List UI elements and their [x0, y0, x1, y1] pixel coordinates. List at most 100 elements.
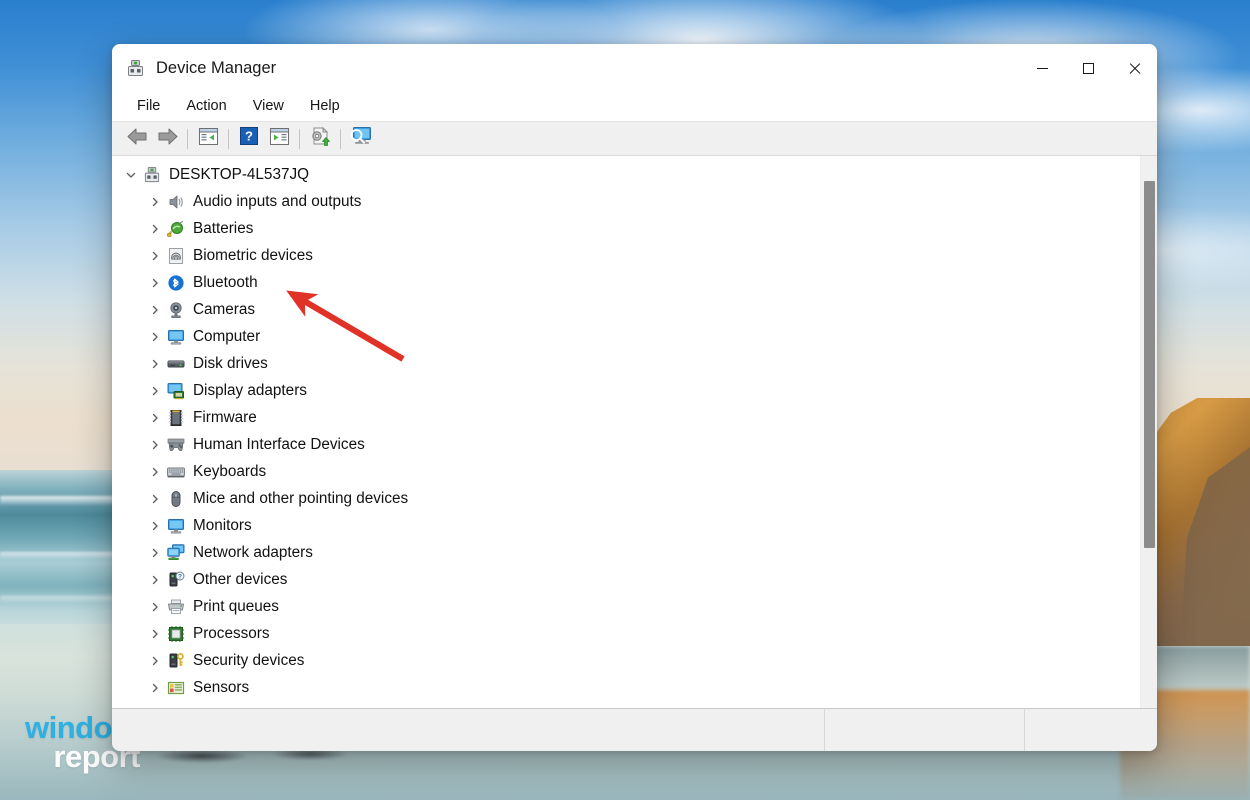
device-manager-icon — [125, 58, 145, 78]
tree-vertical-scrollbar[interactable] — [1140, 156, 1157, 708]
sensor-icon — [166, 678, 186, 698]
tree-node-label: Keyboards — [193, 462, 267, 480]
chevron-right-icon[interactable] — [144, 520, 166, 532]
status-pane-2 — [825, 709, 1025, 751]
chevron-right-icon[interactable] — [144, 574, 166, 586]
tree-node-root[interactable]: DESKTOP-4L537JQ — [112, 161, 1140, 188]
chevron-right-icon[interactable] — [144, 358, 166, 370]
gamepad-icon — [166, 435, 186, 455]
tree-node-display-adapters[interactable]: Display adapters — [112, 377, 1140, 404]
tree-node-label: Other devices — [193, 570, 288, 588]
tree-node-batteries[interactable]: Batteries — [112, 215, 1140, 242]
scrollbar-thumb[interactable] — [1144, 181, 1155, 548]
svg-text:?: ? — [245, 129, 253, 144]
chevron-right-icon[interactable] — [144, 304, 166, 316]
chevron-right-icon[interactable] — [144, 493, 166, 505]
maximize-button[interactable] — [1065, 44, 1111, 92]
minimize-icon — [1036, 67, 1048, 69]
forward-arrow-icon — [157, 128, 178, 150]
menu-action[interactable]: Action — [173, 95, 239, 118]
chevron-right-icon[interactable] — [144, 628, 166, 640]
tree-node-human-interface-devices[interactable]: Human Interface Devices — [112, 431, 1140, 458]
chevron-right-icon[interactable] — [144, 223, 166, 235]
window-title: Device Manager — [156, 58, 277, 77]
show-hide-console-tree-button[interactable] — [193, 125, 223, 153]
close-icon — [1128, 62, 1141, 75]
tree-node-print-queues[interactable]: Print queues — [112, 593, 1140, 620]
help-button[interactable]: ? — [234, 125, 264, 153]
tree-node-label: Mice and other pointing devices — [193, 489, 409, 507]
toolbar-separator — [299, 128, 300, 149]
console-tree-icon — [198, 127, 218, 150]
chevron-right-icon[interactable] — [144, 196, 166, 208]
update-driver-button[interactable] — [305, 125, 335, 153]
chevron-right-icon[interactable] — [144, 331, 166, 343]
status-bar — [112, 709, 1157, 751]
menu-help[interactable]: Help — [297, 95, 353, 118]
properties-panel-icon — [269, 127, 289, 150]
tree-node-biometric-devices[interactable]: Biometric devices — [112, 242, 1140, 269]
tree-node-keyboards[interactable]: Keyboards — [112, 458, 1140, 485]
svg-text:?: ? — [178, 573, 182, 580]
fingerprint-icon — [166, 246, 186, 266]
menu-view[interactable]: View — [240, 95, 297, 118]
chevron-right-icon[interactable] — [144, 385, 166, 397]
keyboard-icon — [166, 462, 186, 482]
chevron-right-icon[interactable] — [144, 439, 166, 451]
tree-node-label: Display adapters — [193, 381, 307, 399]
tree-node-label: DESKTOP-4L537JQ — [169, 165, 310, 183]
monitor-icon — [166, 327, 186, 347]
chevron-right-icon[interactable] — [144, 655, 166, 667]
tree-node-label: Computer — [193, 327, 261, 345]
desktop-background: windows report Device Manager File Actio… — [0, 0, 1250, 800]
tree-node-label: Batteries — [193, 219, 254, 237]
computer-root-icon — [142, 165, 162, 185]
tree-node-audio-inputs-and-outputs[interactable]: Audio inputs and outputs — [112, 188, 1140, 215]
toolbar-separator — [228, 128, 229, 149]
question-mark-icon: ? — [240, 127, 258, 150]
scan-hardware-icon — [349, 126, 373, 151]
tree-node-computer[interactable]: Computer — [112, 323, 1140, 350]
speaker-icon — [166, 192, 186, 212]
tree-node-label: Audio inputs and outputs — [193, 192, 362, 210]
chevron-right-icon[interactable] — [144, 547, 166, 559]
tree-node-network-adapters[interactable]: Network adapters — [112, 539, 1140, 566]
forward-button[interactable] — [152, 125, 182, 153]
chevron-right-icon[interactable] — [144, 250, 166, 262]
mouse-icon — [166, 489, 186, 509]
tree-node-label: Print queues — [193, 597, 279, 615]
device-manager-window: Device Manager File Action View Help ? D… — [112, 44, 1157, 751]
chevron-right-icon[interactable] — [144, 466, 166, 478]
menu-bar: File Action View Help — [112, 92, 1157, 122]
minimize-button[interactable] — [1019, 44, 1065, 92]
chevron-right-icon[interactable] — [144, 277, 166, 289]
tree-node-label: Network adapters — [193, 543, 313, 561]
scan-hardware-changes-button[interactable] — [346, 125, 376, 153]
tree-node-monitors[interactable]: Monitors — [112, 512, 1140, 539]
tree-node-bluetooth[interactable]: Bluetooth — [112, 269, 1140, 296]
window-controls — [1019, 44, 1157, 92]
disk-drive-icon — [166, 354, 186, 374]
menu-file[interactable]: File — [124, 95, 173, 118]
camera-icon — [166, 300, 186, 320]
title-bar[interactable]: Device Manager — [112, 44, 1157, 92]
tree-node-other-devices[interactable]: ? Other devices — [112, 566, 1140, 593]
tree-node-processors[interactable]: Processors — [112, 620, 1140, 647]
tree-node-disk-drives[interactable]: Disk drives — [112, 350, 1140, 377]
tree-node-label: Cameras — [193, 300, 256, 318]
tree-node-cameras[interactable]: Cameras — [112, 296, 1140, 323]
chevron-down-icon[interactable] — [120, 169, 142, 181]
properties-button[interactable] — [264, 125, 294, 153]
toolbar: ? — [112, 122, 1157, 156]
tree-node-label: Biometric devices — [193, 246, 313, 264]
back-arrow-icon — [127, 128, 148, 150]
tree-node-sensors[interactable]: Sensors — [112, 674, 1140, 701]
close-button[interactable] — [1111, 44, 1157, 92]
back-button[interactable] — [122, 125, 152, 153]
tree-node-mice-and-other-pointing-devices[interactable]: Mice and other pointing devices — [112, 485, 1140, 512]
chevron-right-icon[interactable] — [144, 412, 166, 424]
chevron-right-icon[interactable] — [144, 601, 166, 613]
tree-node-firmware[interactable]: Firmware — [112, 404, 1140, 431]
tree-node-security-devices[interactable]: Security devices — [112, 647, 1140, 674]
chevron-right-icon[interactable] — [144, 682, 166, 694]
